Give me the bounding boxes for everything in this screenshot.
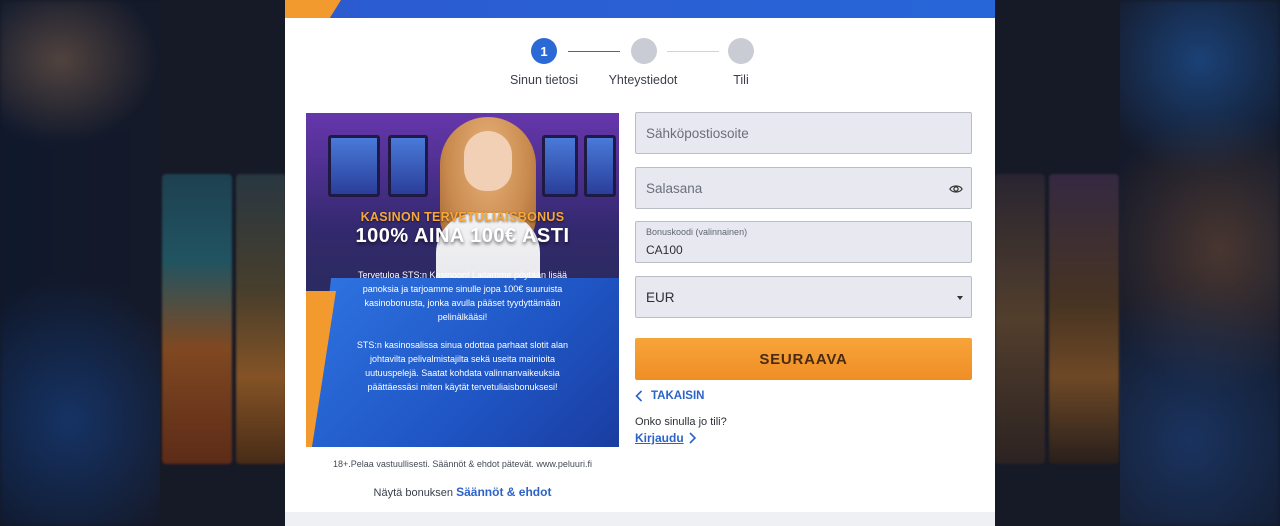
step-1-number: 1: [540, 43, 548, 59]
currency-value: EUR: [646, 290, 675, 305]
password-field: [635, 167, 972, 209]
step-1-label: Sinun tietosi: [509, 73, 579, 87]
step-3-indicator: [728, 38, 754, 64]
existing-account-question: Onko sinulla jo tili?: [635, 416, 727, 428]
chevron-left-icon: [635, 390, 643, 402]
promo-subtitle: KASINON TERVETULIAISBONUS: [360, 210, 565, 224]
password-input[interactable]: [636, 168, 971, 208]
promo-paragraph: STS:n kasinosalissa sinua odottaa parhaa…: [356, 340, 569, 392]
bonus-terms: Näytä bonuksen Säännöt & ehdot: [306, 485, 619, 499]
modal-footer: [285, 512, 995, 526]
welcome-bonus-banner: KASINON TERVETULIAISBONUS 100% AINA 100€…: [306, 113, 619, 447]
email-input[interactable]: [636, 113, 971, 153]
header-accent: [285, 0, 341, 18]
registration-stepper: 1 Sinun tietosi Yhteystiedot Tili: [285, 38, 995, 98]
promo-title: 100% AINA 100€ ASTI: [355, 225, 570, 247]
next-button[interactable]: SEURAAVA: [635, 338, 972, 380]
slot-screen: [328, 135, 380, 197]
bonus-terms-prefix: Näytä bonuksen: [373, 487, 454, 499]
login-label: Kirjaudu: [635, 431, 684, 445]
step-3-label: Tili: [733, 73, 749, 87]
currency-select[interactable]: EUR: [635, 276, 972, 318]
step-connector: [667, 51, 719, 52]
eye-icon[interactable]: [949, 182, 963, 196]
slot-screen: [388, 135, 428, 197]
back-link[interactable]: TAKAISIN: [635, 389, 704, 403]
step-2-label: Yhteystiedot: [608, 73, 678, 87]
email-field: [635, 112, 972, 154]
promo-paragraph: Tervetuloa STS:n Kasinoon! Laitamme pöyt…: [357, 270, 568, 322]
chevron-right-icon: [689, 432, 696, 444]
registration-modal: 1 Sinun tietosi Yhteystiedot Tili KASINO…: [285, 0, 995, 526]
bonus-code-field[interactable]: Bonuskoodi (valinnainen) CA100: [635, 221, 972, 263]
responsible-gaming-notice: 18+.Pelaa vastuullisesti. Säännöt & ehdo…: [333, 459, 592, 469]
step-2-indicator: [631, 38, 657, 64]
terms-link[interactable]: Säännöt & ehdot: [456, 485, 551, 499]
login-link[interactable]: Kirjaudu: [635, 431, 696, 445]
back-label: TAKAISIN: [651, 390, 705, 402]
step-connector: [568, 51, 620, 52]
model-face: [464, 131, 512, 191]
caret-down-icon: [957, 296, 963, 300]
modal-header: [285, 0, 995, 18]
step-1-indicator: 1: [531, 38, 557, 64]
slot-screen: [584, 135, 616, 197]
bonus-code-label: Bonuskoodi (valinnainen): [646, 227, 748, 237]
slot-screen: [542, 135, 578, 197]
bonus-code-value: CA100: [646, 243, 683, 257]
